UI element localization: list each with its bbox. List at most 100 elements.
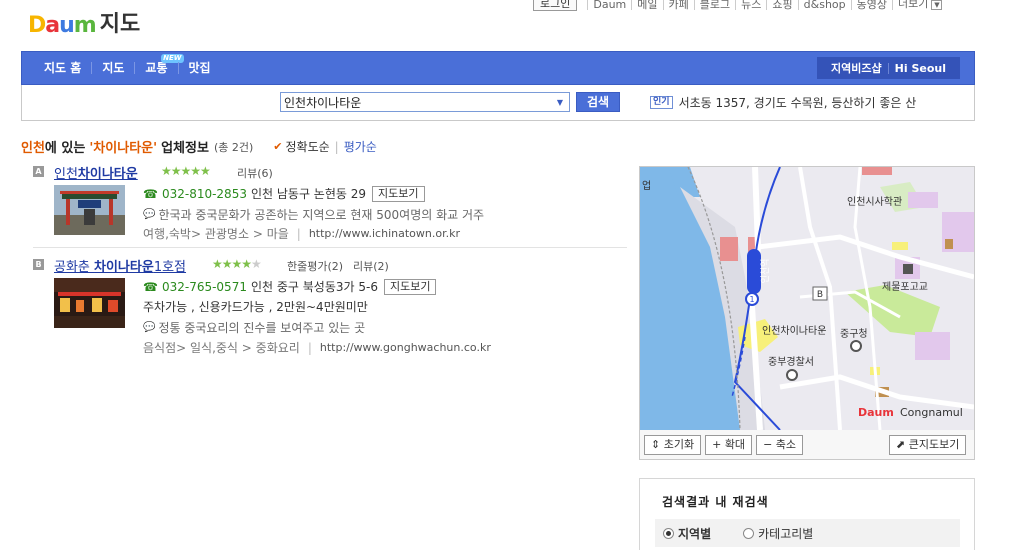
map-panel: 인천역 1 B 인천시사학관 제물포고교 인천차이나타운 중구청 중부경찰서 업… [639,166,975,460]
nav-item-traffic[interactable]: 교통 NEW [134,54,184,74]
popular-keywords[interactable]: 서초동 1357, 경기도 수목원, 등산하기 좋은 산 [679,94,917,111]
radio-unselected[interactable] [743,527,755,539]
map-label-police: 중부경찰서 [768,355,814,368]
result-badge: B [33,259,44,270]
result-name[interactable]: 공화춘 차이나타운1호점 [54,256,186,275]
phone-icon: ☎ [143,279,158,294]
research-options: 지역별 카테고리별 [655,519,960,547]
result-item: B 공화춘 차이나타운1호점 ★★★★★ 한줄평가(2) 리뷰(2) ☎ 032… [33,256,627,356]
subway-line-label: 인천역 [760,259,771,284]
map-label-top-left: 업 [642,179,651,192]
nav-item-restaurants[interactable]: 맛집 [177,62,221,74]
result-url[interactable]: http://www.gonghwachun.co.kr [320,341,491,354]
sort-options: ✔ 정확도순 | 평가순 [273,138,377,155]
util-link-blog[interactable]: 블로그 [693,0,735,10]
map-marker-b: B [817,290,823,300]
results-location: 인천 [21,141,45,156]
map-brand-congnamul: Congnamul [900,406,963,419]
map-label-junggu: 중구청 [840,328,868,340]
research-option-category[interactable]: 카테고리별 [743,525,813,542]
results-count: (총 2건) [213,140,254,154]
sort-accuracy[interactable]: 정확도순 [285,138,329,155]
map-reset-button[interactable]: ⇕ 초기화 [644,435,702,455]
util-link-daum[interactable]: Daum [587,0,631,10]
daum-logo: Daum [28,13,97,38]
util-link-dshop[interactable]: d&shop [797,0,851,10]
map-label-highschool: 제물포고교 [882,281,928,293]
nav-item-map-home[interactable]: 지도 홈 [34,62,91,74]
result-item: A 인천차이나타운 ★★★★★ 리뷰(6) ☎ 032-810-2853 인천 … [33,163,627,245]
view-map-button[interactable]: 지도보기 [372,185,425,202]
result-phone: 032-765-0571 [161,279,247,294]
big-map-button[interactable]: ⬈ 큰지도보기 [889,435,967,455]
result-category[interactable]: 여행,숙박> 관광명소 > 마을 [143,225,289,242]
speech-bubble-icon: 💬 [143,209,156,220]
result-desc: 💬 한국과 중국문화가 공존하는 지역으로 현재 500여명의 화교 거주 [143,208,485,222]
dropdown-arrow-icon[interactable]: ▼ [551,98,569,107]
result-category[interactable]: 음식점> 일식,중식 > 중화요리 [143,339,300,356]
nav-right-links: 지역비즈샵 Hi Seoul [817,57,960,79]
view-map-button[interactable]: 지도보기 [383,278,437,295]
popular-tag: 인기 [650,96,673,109]
research-option-region[interactable]: 지역별 [663,525,711,542]
expand-icon: ⬈ [896,438,906,451]
map-controls: ⇕ 초기화 + 확대 − 축소 [644,435,807,455]
main-nav: 지도 홈 지도 교통 NEW 맛집 지역비즈샵 Hi Seoul [21,51,975,85]
search-row: 인천차이나타운 ▼ 검색 인기 서초동 1357, 경기도 수목원, 등산하기 … [21,85,975,121]
results-header: 인천 에 있는 '차이나타운' 업체정보 (총 2건) ✔ 정확도순 | 평가순 [21,137,377,157]
result-divider [33,247,627,248]
results-keyword: '차이나타운' [89,141,158,156]
nav-link-local-biz[interactable]: 지역비즈샵 [825,63,888,74]
rating-stars: ★★★★★ [161,164,211,178]
result-name[interactable]: 인천차이나타운 [54,163,138,182]
result-badge: A [33,166,44,177]
map-zoom-out-button[interactable]: − 축소 [756,435,804,455]
util-link-news[interactable]: 뉴스 [735,0,766,10]
map-label-chinatown: 인천차이나타운 [762,325,826,337]
station-number: 1 [749,295,754,304]
util-link-more[interactable]: 더보기 ▼ [892,0,947,10]
result-thumbnail[interactable] [54,278,125,328]
check-icon: ✔ [273,140,283,153]
sort-rating[interactable]: 평가순 [344,138,377,155]
result-address: 인천 중구 북성동3가 5-6 [250,280,378,294]
util-link-mail[interactable]: 메일 [631,0,662,10]
login-button[interactable]: 로그인 [533,0,578,11]
nav-item-map[interactable]: 지도 [91,62,134,74]
chevron-down-icon: ▼ [931,0,943,10]
results-connector: 에 있는 [44,141,86,156]
map-brand-daum: Daum [858,406,894,419]
map-view[interactable]: 인천역 1 B 인천시사학관 제물포고교 인천차이나타운 중구청 중부경찰서 업… [640,167,974,430]
plus-icon: + [712,438,722,451]
nav-menu: 지도 홈 지도 교통 NEW 맛집 [34,52,221,84]
result-category-line: 음식점> 일식,중식 > 중화요리 | http://www.gonghwach… [143,339,491,356]
logo-title: 지도 [99,12,141,37]
result-contact: ☎ 032-765-0571 인천 중구 북성동3가 5-6 지도보기 [143,278,437,295]
nav-link-hi-seoul[interactable]: Hi Seoul [887,62,952,74]
radio-selected[interactable] [663,527,674,539]
review-count[interactable]: 리뷰(2) [353,258,389,274]
result-phone: 032-810-2853 [161,186,247,201]
review-count[interactable]: 리뷰(6) [237,165,273,181]
util-link-cafe[interactable]: 카페 [662,0,694,10]
result-contact: ☎ 032-810-2853 인천 남동구 논현동 29 지도보기 [143,185,425,202]
result-category-line: 여행,숙박> 관광명소 > 마을 | http://www.ichinatown… [143,225,460,242]
map-canvas[interactable]: 인천역 1 B 인천시사학관 제물포고교 인천차이나타운 중구청 중부경찰서 업… [640,167,974,430]
result-thumbnail[interactable] [54,185,125,235]
result-url[interactable]: http://www.ichinatown.or.kr [309,227,460,240]
speech-bubble-icon: 💬 [143,322,156,333]
research-title: 검색결과 내 재검색 [662,495,769,509]
util-bar: 로그인 Daum 메일 카페 블로그 뉴스 쇼핑 d&shop 동영상 더보기 ▼ [533,0,947,12]
minus-icon: − [763,438,773,451]
phone-icon: ☎ [143,186,158,201]
search-button[interactable]: 검색 [576,92,620,112]
daum-map-logo[interactable]: Daum 지도 [28,10,140,38]
search-input[interactable]: 인천차이나타운 ▼ [280,92,570,112]
popular-searches: 인기 서초동 1357, 경기도 수목원, 등산하기 좋은 산 [650,94,916,111]
map-zoom-in-button[interactable]: + 확대 [705,435,753,455]
oneline-review-count[interactable]: 한줄평가(2) [287,258,343,274]
result-desc: 💬 정통 중국요리의 진수를 보여주고 있는 곳 [143,321,366,335]
rating-stars: ★★★★★ [212,257,262,271]
util-link-shopping[interactable]: 쇼핑 [766,0,797,10]
util-link-video[interactable]: 동영상 [850,0,892,10]
